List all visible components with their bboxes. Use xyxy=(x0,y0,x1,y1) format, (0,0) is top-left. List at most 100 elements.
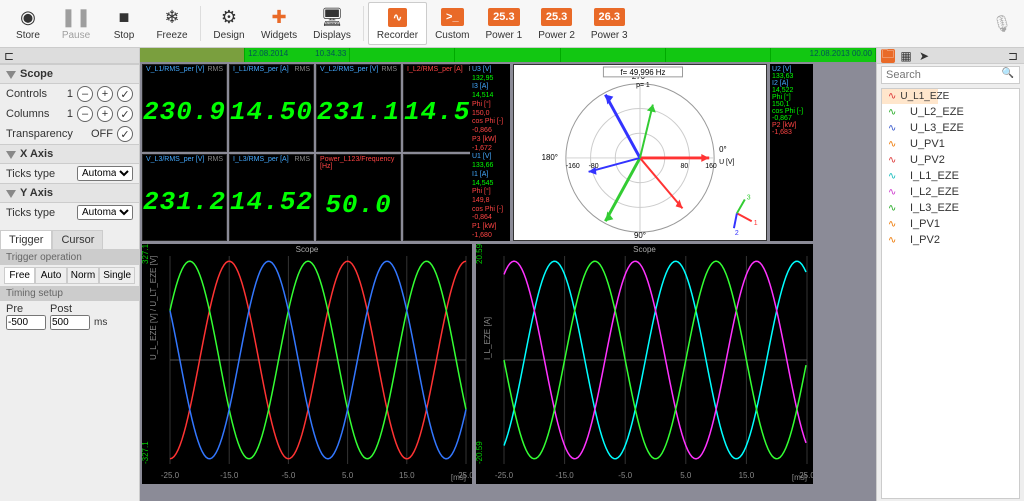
gear-icon: ⚙ xyxy=(218,6,240,28)
polar-plot[interactable]: 270° 90° 180° 0° U [V] 80160 -80-160 f= … xyxy=(513,64,767,241)
columns-label: Columns xyxy=(6,108,63,120)
store-button[interactable]: ◉Store xyxy=(4,2,52,45)
scope-section[interactable]: Scope xyxy=(0,64,139,84)
svg-text:-15.0: -15.0 xyxy=(555,471,574,480)
channel-item[interactable]: ∿I_L2_EZE xyxy=(882,184,1019,200)
yticks-select[interactable]: Automatic xyxy=(77,205,133,220)
design-button[interactable]: ⚙Design xyxy=(205,2,253,45)
svg-text:5.0: 5.0 xyxy=(342,471,354,480)
svg-text:80: 80 xyxy=(681,163,689,170)
post-input[interactable] xyxy=(50,315,90,330)
digital-meter[interactable]: V_L1/RMS_per [V]RMS230.9 xyxy=(142,64,227,152)
channel-item[interactable]: ∿U_L2_EZE xyxy=(882,104,1019,120)
pause-button[interactable]: ❚❚Pause xyxy=(52,2,100,45)
xaxis-section[interactable]: X Axis xyxy=(0,144,139,164)
channel-item[interactable]: ∿I_PV1 xyxy=(882,216,1019,232)
panel-collapse-icon[interactable]: ⊏ xyxy=(4,49,14,63)
channel-item[interactable]: ∿U_PV2 xyxy=(882,152,1019,168)
svg-text:I_L_EZE [A]: I_L_EZE [A] xyxy=(483,317,492,360)
readouts-right: U2 [V]133,63I2 [A]14,522Phi [°]150,1cos … xyxy=(770,64,813,241)
svg-text:2: 2 xyxy=(735,230,739,237)
svg-text:-15.0: -15.0 xyxy=(220,471,239,480)
panel-collapse-icon[interactable]: ⊐ xyxy=(1006,49,1020,63)
recorder-tab[interactable]: ∿Recorder xyxy=(368,2,427,45)
badge-icon: 25.3 xyxy=(546,6,568,28)
minus-button[interactable]: – xyxy=(77,86,93,102)
search-input[interactable] xyxy=(881,66,1020,84)
stop-button[interactable]: ■Stop xyxy=(100,2,148,45)
check-button[interactable]: ✓ xyxy=(117,106,133,122)
wave-icon: ∿ xyxy=(888,203,906,214)
svg-text:U [V]: U [V] xyxy=(719,159,734,166)
digital-meters: V_L1/RMS_per [V]RMS230.9I_L1/RMS_per [A]… xyxy=(142,64,467,241)
terminal-icon: >_ xyxy=(441,6,463,28)
check-button[interactable]: ✓ xyxy=(117,86,133,102)
channel-panel: 🗀 ▦ ➤ ⊐ ∿U_L1_EZE∿U_L2_EZE∿U_L3_EZE∿U_PV… xyxy=(876,48,1024,501)
digital-meter[interactable]: Power_L123/Frequency [Hz]50.0 xyxy=(316,154,401,242)
channel-item[interactable]: ∿U_L1_EZE xyxy=(882,89,938,104)
widgets-button[interactable]: ✚Widgets xyxy=(253,2,305,45)
pre-input[interactable] xyxy=(6,315,46,330)
channel-item[interactable]: ∿I_PV2 xyxy=(882,232,1019,248)
norm-button[interactable]: Norm xyxy=(67,267,99,284)
svg-text:90°: 90° xyxy=(634,231,646,240)
svg-text:-5.0: -5.0 xyxy=(618,471,632,480)
channel-item[interactable]: ∿I_L1_EZE xyxy=(882,168,1019,184)
svg-text:180°: 180° xyxy=(542,153,558,162)
digital-meter[interactable]: V_L3/RMS_per [V]RMS231.2 xyxy=(142,154,227,242)
svg-text:5.0: 5.0 xyxy=(680,471,692,480)
freeze-button[interactable]: ❄Freeze xyxy=(148,2,196,45)
wave-icon: ∿ xyxy=(888,235,906,246)
yaxis-section[interactable]: Y Axis xyxy=(0,183,139,203)
displays-button[interactable]: 🖥Displays xyxy=(305,2,359,45)
plus-button[interactable]: + xyxy=(97,106,113,122)
channel-item[interactable]: ∿U_PV1 xyxy=(882,136,1019,152)
channel-list: ∿U_L1_EZE∿U_L2_EZE∿U_L3_EZE∿U_PV1∿U_PV2∿… xyxy=(881,88,1020,499)
toolbar-right-icons: 🎙 xyxy=(992,2,1020,45)
svg-text:f= 49,996 Hz: f= 49,996 Hz xyxy=(620,68,665,77)
minus-button[interactable]: – xyxy=(77,106,93,122)
scope-voltage[interactable]: Scope -25.0-15.0-5.05.015.025.0327.1-327… xyxy=(142,244,472,484)
power3-tab[interactable]: 26.3Power 3 xyxy=(583,2,636,45)
wave-icon: ∿ xyxy=(888,219,906,230)
snowflake-icon: ❄ xyxy=(161,6,183,28)
plus-button[interactable]: + xyxy=(97,86,113,102)
svg-text:0°: 0° xyxy=(719,145,727,154)
svg-text:-327.1: -327.1 xyxy=(142,441,150,464)
properties-panel: ⊏ Scope Controls1–+✓ Columns1–+✓ Transpa… xyxy=(0,48,140,501)
svg-text:20.59: 20.59 xyxy=(476,244,484,264)
controls-label: Controls xyxy=(6,88,63,100)
transparency-label: Transparency xyxy=(6,128,87,140)
channel-item[interactable]: ∿U_L3_EZE xyxy=(882,120,1019,136)
digital-meter[interactable]: V_L2/RMS_per [V]RMS231.1 xyxy=(316,64,401,152)
single-button[interactable]: Single xyxy=(99,267,135,284)
calendar-icon[interactable]: ▦ xyxy=(899,49,913,63)
toggle-button[interactable]: ✓ xyxy=(117,126,133,142)
svg-text:-160: -160 xyxy=(566,163,580,170)
xticks-select[interactable]: Automatic xyxy=(77,166,133,181)
svg-text:15.0: 15.0 xyxy=(399,471,415,480)
plus-icon: ✚ xyxy=(268,6,290,28)
trigger-tab[interactable]: Trigger xyxy=(0,230,52,249)
cursor-icon[interactable]: ➤ xyxy=(917,49,931,63)
stop-icon: ■ xyxy=(113,6,135,28)
folder-icon[interactable]: 🗀 xyxy=(881,49,895,63)
cursor-tab[interactable]: Cursor xyxy=(52,230,103,249)
power2-tab[interactable]: 25.3Power 2 xyxy=(530,2,583,45)
digital-meter[interactable]: I_L1/RMS_per [A]RMS14.50 xyxy=(229,64,314,152)
timeline-bar[interactable]: 12.08.201410.34.33 12.08.2013 00.00 xyxy=(140,48,876,62)
badge-icon: 25.3 xyxy=(493,6,515,28)
auto-button[interactable]: Auto xyxy=(35,267,66,284)
scope-current[interactable]: Scope -25.0-15.0-5.05.015.025.020.59-20.… xyxy=(476,244,813,484)
custom-tab[interactable]: >_Custom xyxy=(427,2,477,45)
timing-header: Timing setup xyxy=(0,286,139,301)
wave-icon: ∿ xyxy=(888,91,896,102)
waveform-icon: ∿ xyxy=(386,6,408,28)
svg-text:-5.0: -5.0 xyxy=(282,471,296,480)
free-button[interactable]: Free xyxy=(4,267,35,284)
trigger-op-header: Trigger operation xyxy=(0,250,139,265)
channel-item[interactable]: ∿I_L3_EZE xyxy=(882,200,1019,216)
digital-meter[interactable]: I_L3/RMS_per [A]RMS14.52 xyxy=(229,154,314,242)
wave-icon: ∿ xyxy=(888,139,906,150)
power1-tab[interactable]: 25.3Power 1 xyxy=(478,2,531,45)
